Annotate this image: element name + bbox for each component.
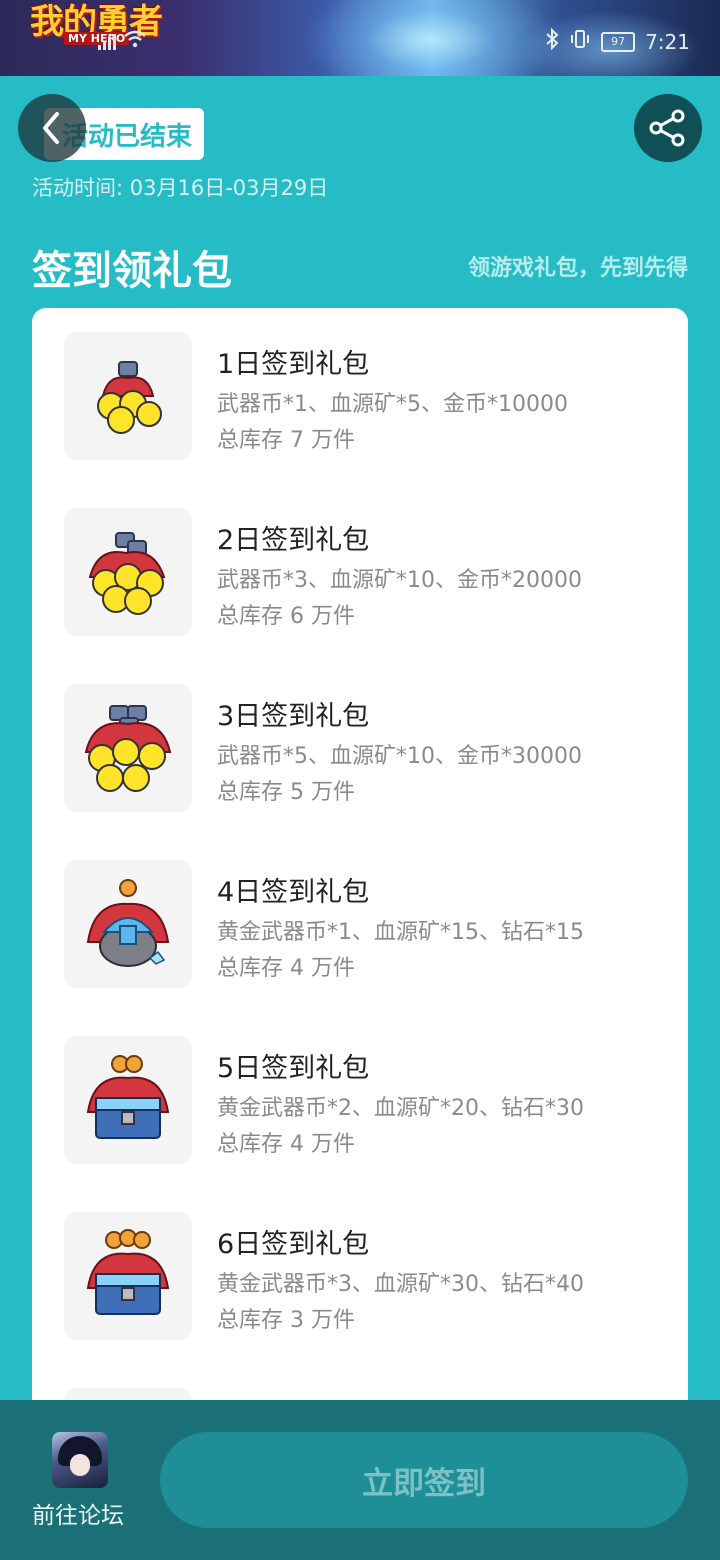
gift-content: 黄金武器币*2、血源矿*20、钻石*30 xyxy=(217,1096,584,1121)
chest-icon xyxy=(64,1212,192,1340)
gift-stock: 总库存 4 万件 xyxy=(217,1132,355,1157)
gift-item[interactable]: 3日签到礼包 武器币*5、血源矿*10、金币*30000 总库存 5 万件 xyxy=(64,684,656,814)
bluetooth-icon xyxy=(545,27,559,55)
share-icon xyxy=(649,109,685,147)
gift-stock: 总库存 7 万件 xyxy=(217,428,355,453)
gift-stock: 总库存 3 万件 xyxy=(217,1308,355,1333)
status-bar-left xyxy=(98,30,146,53)
gift-name: 3日签到礼包 xyxy=(217,701,370,732)
section-subtitle: 领游戏礼包，先到先得 xyxy=(467,256,688,281)
wifi-icon xyxy=(124,30,146,53)
event-time: 活动时间: 03月16日-03月29日 xyxy=(32,176,329,200)
gift-name: 1日签到礼包 xyxy=(217,349,370,380)
back-button[interactable] xyxy=(18,94,86,162)
gift-content: 武器币*1、血源矿*5、金币*10000 xyxy=(217,392,568,417)
coins-icon xyxy=(64,508,192,636)
gem-pot-icon xyxy=(64,860,192,988)
avatar-face xyxy=(70,1454,90,1476)
gift-item[interactable]: 5日签到礼包 黄金武器币*2、血源矿*20、钻石*30 总库存 4 万件 xyxy=(64,1036,656,1166)
share-button[interactable] xyxy=(634,94,702,162)
status-bar-right: 97 7:21 xyxy=(545,27,690,55)
back-arrow-icon xyxy=(43,112,59,144)
gift-name: 4日签到礼包 xyxy=(217,877,370,908)
game-banner: 我的勇者 MY HERO 97 7:21 xyxy=(0,0,720,76)
gift-item[interactable]: 1日签到礼包 武器币*1、血源矿*5、金币*10000 总库存 7 万件 xyxy=(64,332,656,462)
bottom-action-bar: 前往论坛 立即签到 xyxy=(0,1400,720,1560)
status-time: 7:21 xyxy=(645,29,690,54)
chest-icon xyxy=(64,1036,192,1164)
gift-stock: 总库存 6 万件 xyxy=(217,604,355,629)
gift-name: 5日签到礼包 xyxy=(217,1053,370,1084)
signal-icon xyxy=(98,33,116,50)
gift-name: 2日签到礼包 xyxy=(217,525,370,556)
gift-content: 黄金武器币*3、血源矿*30、钻石*40 xyxy=(217,1272,584,1297)
sign-in-button[interactable]: 立即签到 xyxy=(160,1432,688,1528)
forum-link-label[interactable]: 前往论坛 xyxy=(32,1496,124,1530)
gift-item[interactable]: 4日签到礼包 黄金武器币*1、血源矿*15、钻石*15 总库存 4 万件 xyxy=(64,860,656,990)
forum-avatar[interactable] xyxy=(52,1432,108,1488)
gift-name: 6日签到礼包 xyxy=(217,1229,370,1260)
vibrate-icon xyxy=(569,29,591,54)
gift-content: 黄金武器币*1、血源矿*15、钻石*15 xyxy=(217,920,584,945)
section-title: 签到领礼包 xyxy=(32,248,232,294)
battery-icon: 97 xyxy=(601,31,636,52)
gift-list-card: 1日签到礼包 武器币*1、血源矿*5、金币*10000 总库存 7 万件 2日签… xyxy=(32,308,688,1428)
gift-content: 武器币*3、血源矿*10、金币*20000 xyxy=(217,568,582,593)
gift-content: 武器币*5、血源矿*10、金币*30000 xyxy=(217,744,582,769)
gift-stock: 总库存 5 万件 xyxy=(217,780,355,805)
coins-icon xyxy=(64,332,192,460)
gift-stock: 总库存 4 万件 xyxy=(217,956,355,981)
gift-item[interactable]: 2日签到礼包 武器币*3、血源矿*10、金币*20000 总库存 6 万件 xyxy=(64,508,656,638)
gift-item[interactable]: 6日签到礼包 黄金武器币*3、血源矿*30、钻石*40 总库存 3 万件 xyxy=(64,1212,656,1342)
coins-icon xyxy=(64,684,192,812)
